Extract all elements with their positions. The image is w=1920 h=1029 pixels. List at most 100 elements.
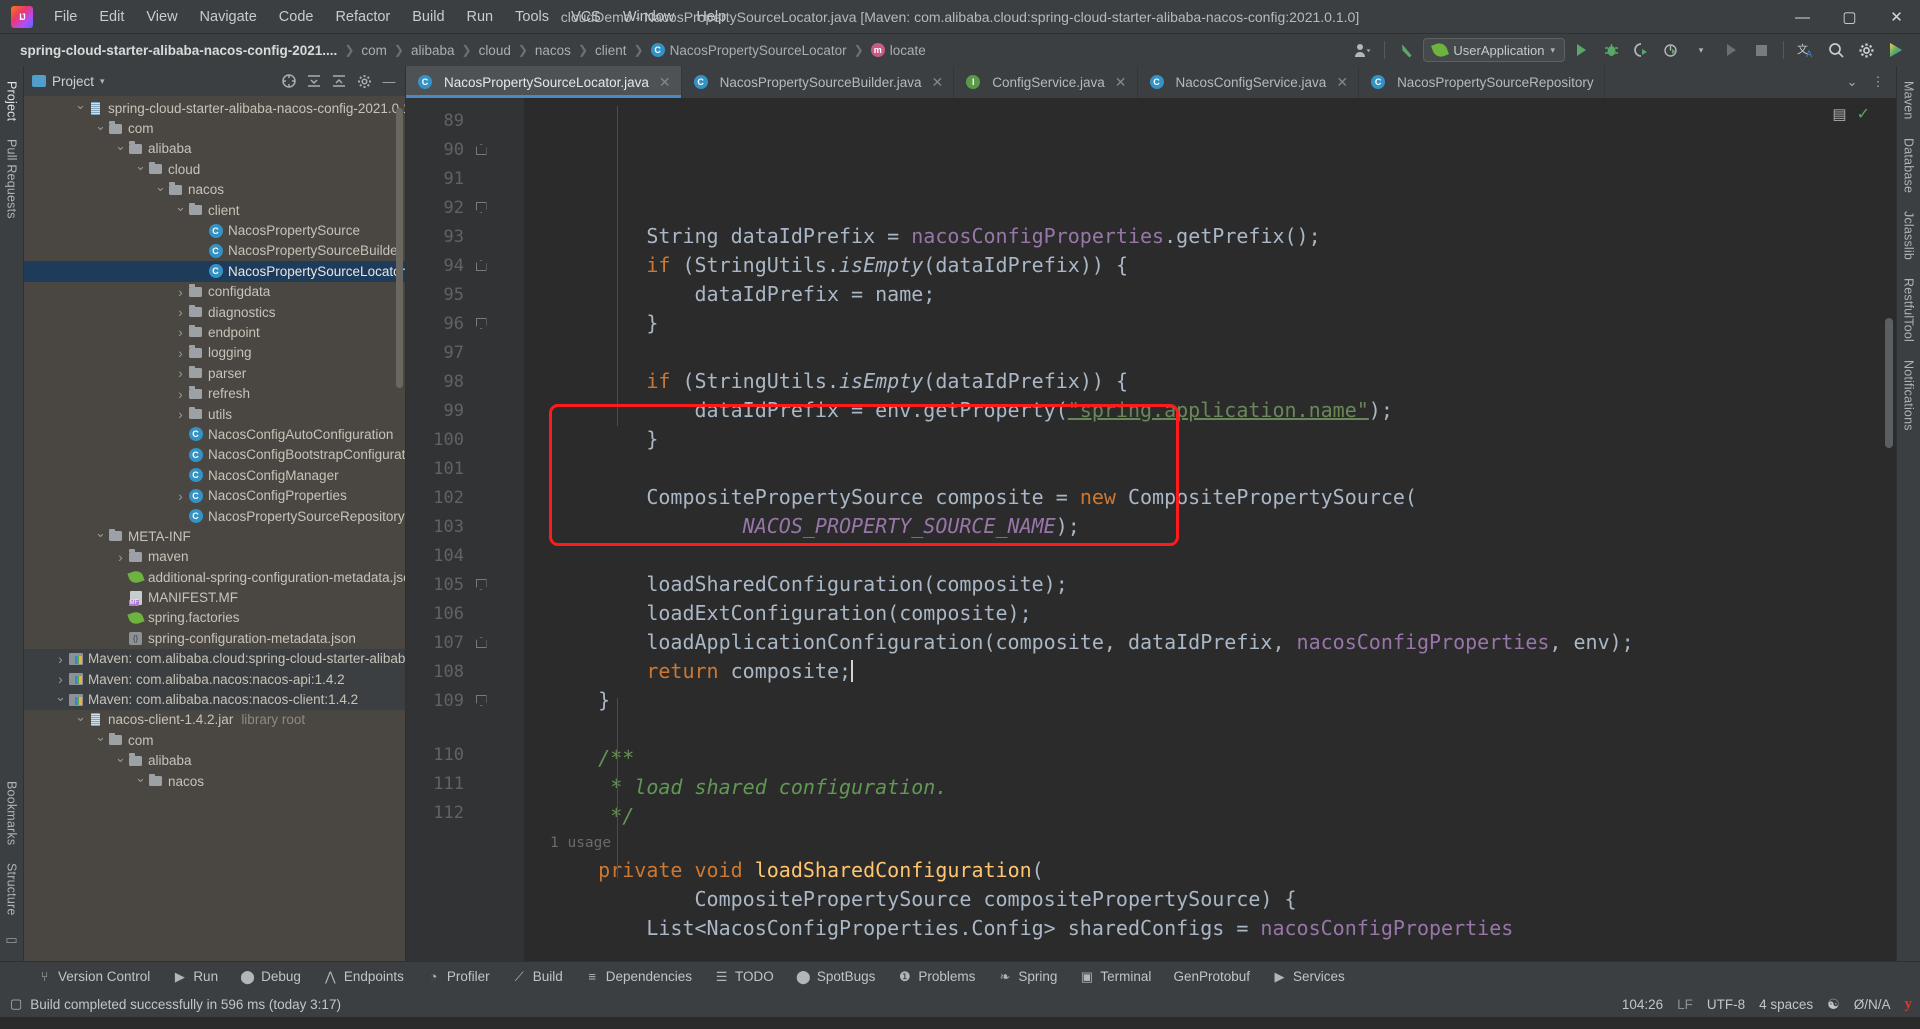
tree-down-arrow-icon[interactable] xyxy=(94,528,107,544)
code-line[interactable]: List<NacosConfigProperties.Config> share… xyxy=(524,914,1876,943)
tree-node[interactable]: maven xyxy=(24,547,405,567)
tree-node[interactable]: C NacosConfigProperties xyxy=(24,485,405,505)
tool-window-spotbugs[interactable]: ⬤ SpotBugs xyxy=(785,966,887,988)
tree-node[interactable]: alibaba xyxy=(24,139,405,159)
tree-node[interactable]: {} spring-configuration-metadata.json xyxy=(24,628,405,648)
sidebar-item-structure[interactable]: Structure xyxy=(2,854,22,925)
tree-down-arrow-icon[interactable] xyxy=(134,773,147,789)
close-tab-icon[interactable]: ✕ xyxy=(1115,74,1127,91)
editor-tab-3[interactable]: C NacosConfigService.java ✕ xyxy=(1138,66,1360,98)
tree-node[interactable]: cloud xyxy=(24,159,405,179)
tree-node[interactable]: META-INF xyxy=(24,526,405,546)
collapse-all-icon[interactable] xyxy=(327,69,351,93)
code-line[interactable]: /** xyxy=(524,744,1876,773)
menu-item-edit[interactable]: Edit xyxy=(88,5,135,29)
breadcrumb-item-7[interactable]: m locate xyxy=(870,43,926,58)
expand-all-icon[interactable] xyxy=(302,69,326,93)
dropdown-icon[interactable]: ▾ xyxy=(1687,37,1715,63)
code-line[interactable]: dataIdPrefix = env.getProperty("spring.a… xyxy=(524,396,1876,425)
line-separator[interactable]: LF xyxy=(1677,997,1693,1012)
file-encoding[interactable]: UTF-8 xyxy=(1707,997,1745,1012)
tree-node[interactable]: C NacosPropertySourceRepository xyxy=(24,506,405,526)
menu-item-help[interactable]: Help xyxy=(685,5,737,29)
tree-node[interactable]: C NacosPropertySource xyxy=(24,220,405,240)
breadcrumb-item-0[interactable]: spring-cloud-starter-alibaba-nacos-confi… xyxy=(20,43,337,58)
tool-window-dependencies[interactable]: ≡ Dependencies xyxy=(574,966,703,987)
tree-right-arrow-icon[interactable] xyxy=(174,488,187,504)
breadcrumb-item-3[interactable]: cloud xyxy=(479,43,511,58)
editor-markers[interactable] xyxy=(1876,98,1896,961)
tree-node[interactable]: nacos xyxy=(24,771,405,791)
breadcrumb-item-4[interactable]: nacos xyxy=(535,43,571,58)
stop-icon[interactable] xyxy=(1747,37,1775,63)
settings-gear-icon[interactable] xyxy=(352,69,376,93)
run-icon[interactable] xyxy=(1567,37,1595,63)
select-opened-file-icon[interactable] xyxy=(277,69,301,93)
breadcrumb-item-1[interactable]: com xyxy=(361,43,387,58)
sidebar-item-bookmarks[interactable]: Bookmarks xyxy=(2,772,22,854)
tree-node[interactable]: C NacosPropertySourceLocator xyxy=(24,261,405,282)
build-hammer-icon[interactable] xyxy=(1393,37,1421,63)
tree-node[interactable]: alibaba xyxy=(24,751,405,771)
menu-item-build[interactable]: Build xyxy=(401,5,455,29)
code-line[interactable] xyxy=(524,541,1876,570)
menu-item-run[interactable]: Run xyxy=(456,5,505,29)
menu-item-file[interactable]: File xyxy=(43,5,88,29)
code-line[interactable] xyxy=(524,715,1876,744)
tree-right-arrow-icon[interactable] xyxy=(54,671,67,687)
editor-tab-0[interactable]: C NacosPropertySourceLocator.java ✕ xyxy=(406,66,682,98)
tree-node[interactable]: C NacosConfigBootstrapConfiguration xyxy=(24,445,405,465)
run-configuration-selector[interactable]: UserApplication ▾ xyxy=(1423,38,1565,62)
search-everywhere-icon[interactable] xyxy=(1822,37,1850,63)
indent-setting[interactable]: 4 spaces xyxy=(1759,997,1813,1012)
code-editor[interactable]: 89 90 91 92 93 94 95 96 97 98 99 100 101 102 103 104 105… xyxy=(406,98,1896,961)
tool-window-version-control[interactable]: ⑂ Version Control xyxy=(26,966,161,987)
editor-tab-1[interactable]: C NacosPropertySourceBuilder.java ✕ xyxy=(682,66,955,98)
source-code[interactable]: String dataIdPrefix = nacosConfigPropert… xyxy=(524,98,1876,961)
terminal-strip-icon[interactable]: ▭ xyxy=(4,932,20,948)
more-options-icon[interactable]: ⋮ xyxy=(1866,67,1890,97)
code-line[interactable]: } xyxy=(524,686,1876,715)
code-line[interactable]: if (StringUtils.isEmpty(dataIdPrefix)) { xyxy=(524,367,1876,396)
inspection-ok-icon[interactable]: ✓ xyxy=(1857,104,1870,124)
tree-down-arrow-icon[interactable] xyxy=(54,692,67,708)
code-line[interactable] xyxy=(524,338,1876,367)
code-line[interactable]: loadExtConfiguration(composite); xyxy=(524,599,1876,628)
fold-open-icon[interactable] xyxy=(468,260,494,271)
tree-right-arrow-icon[interactable] xyxy=(174,304,187,320)
tree-down-arrow-icon[interactable] xyxy=(94,121,107,137)
fold-close-icon[interactable] xyxy=(468,318,494,329)
tree-node[interactable]: client xyxy=(24,200,405,220)
code-line[interactable]: */ xyxy=(524,802,1876,831)
tree-node[interactable]: refresh xyxy=(24,383,405,403)
code-line[interactable]: } xyxy=(524,425,1876,454)
yandex-icon[interactable]: у xyxy=(1905,996,1913,1013)
menu-item-navigate[interactable]: Navigate xyxy=(189,5,268,29)
tool-window-spring[interactable]: ❧ Spring xyxy=(986,966,1068,988)
fold-close-icon[interactable] xyxy=(468,695,494,706)
tool-window-services[interactable]: ▶ Services xyxy=(1261,966,1356,988)
tree-right-arrow-icon[interactable] xyxy=(174,324,187,340)
reader-mode-icon[interactable]: ▤ xyxy=(1832,105,1846,123)
tree-node[interactable]: additional-spring-configuration-metadata… xyxy=(24,567,405,587)
menu-item-view[interactable]: View xyxy=(135,5,188,29)
editor-tab-2[interactable]: I ConfigService.java ✕ xyxy=(954,66,1138,98)
code-line[interactable]: String dataIdPrefix = nacosConfigPropert… xyxy=(524,222,1876,251)
tree-node[interactable]: Maven: com.alibaba.nacos:nacos-client:1.… xyxy=(24,689,405,710)
tool-window-debug[interactable]: ⬤ Debug xyxy=(229,966,312,988)
code-line[interactable]: CompositePropertySource composite = new … xyxy=(524,483,1876,512)
project-tree[interactable]: spring-cloud-starter-alibaba-nacos-confi… xyxy=(24,96,405,961)
tree-down-arrow-icon[interactable] xyxy=(74,712,87,728)
code-line[interactable]: if (StringUtils.isEmpty(dataIdPrefix)) { xyxy=(524,251,1876,280)
close-tab-icon[interactable]: ✕ xyxy=(1336,74,1348,91)
code-line[interactable]: CompositePropertySource compositePropert… xyxy=(524,885,1876,914)
breadcrumb-item-6[interactable]: C NacosPropertySourceLocator xyxy=(650,43,847,58)
tree-node[interactable]: diagnostics xyxy=(24,302,405,322)
tool-window-genprotobuf[interactable]: GenProtobuf xyxy=(1162,966,1261,987)
tree-down-arrow-icon[interactable] xyxy=(134,161,147,177)
breadcrumb-item-2[interactable]: alibaba xyxy=(411,43,455,58)
tool-window-problems[interactable]: ❶ Problems xyxy=(886,966,986,988)
minimize-button[interactable]: — xyxy=(1779,0,1826,34)
code-line[interactable]: loadSharedConfiguration(composite); xyxy=(524,570,1876,599)
sidebar-item-jclasslib[interactable]: Jclasslib xyxy=(1899,202,1919,269)
